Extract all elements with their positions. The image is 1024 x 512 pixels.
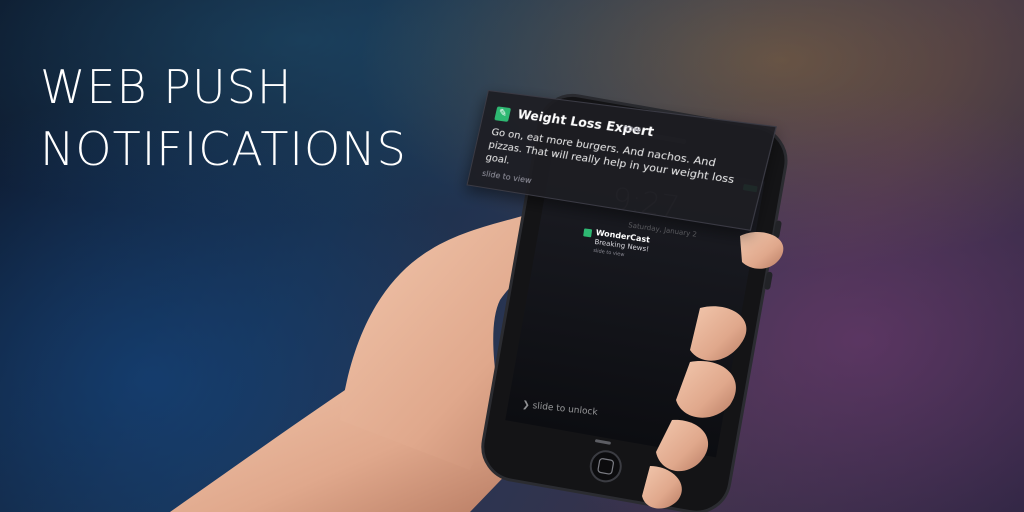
app-icon <box>583 228 593 238</box>
notification-hint[interactable]: slide to view <box>481 169 532 185</box>
index-finger-top <box>740 232 784 269</box>
notification-body: Go on, eat more burgers. And nachos. And… <box>484 126 736 187</box>
phone-in-hand-illustration <box>170 93 788 512</box>
hero-banner: WEB PUSH NOTIFICATIONS Saturday, January… <box>0 0 1024 512</box>
app-icon: ✎ <box>494 106 512 122</box>
chevron-right-icon: ❯ <box>521 400 531 411</box>
